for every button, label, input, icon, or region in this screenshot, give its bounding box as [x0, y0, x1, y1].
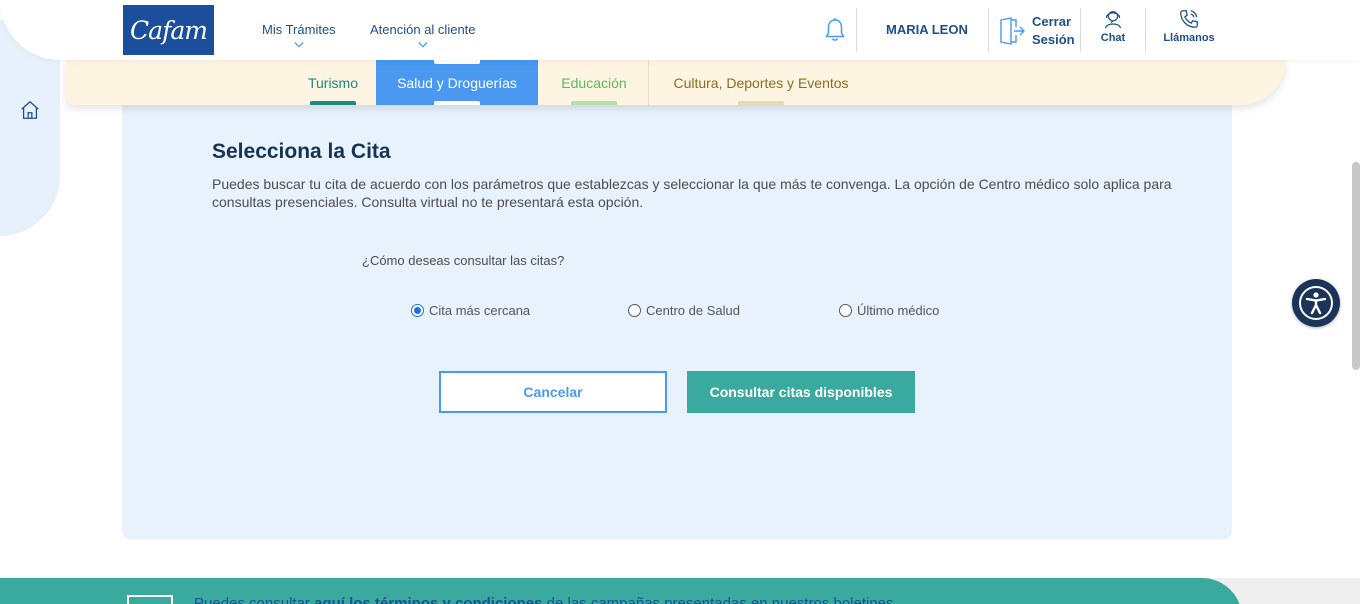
tab-label: Salud y Droguerías	[397, 74, 517, 91]
tab-indicator	[571, 101, 617, 105]
tab-label: Turismo	[307, 74, 359, 91]
home-icon[interactable]	[19, 99, 41, 121]
tab-divider	[648, 60, 649, 105]
cafam-logo[interactable]: Cafam	[123, 5, 214, 55]
accessibility-icon	[1299, 286, 1333, 320]
tab-label: Cultura, Deportes y Eventos	[673, 74, 849, 91]
cancel-button[interactable]: Cancelar	[439, 371, 667, 413]
banner-text: Puedes consultar aquí los términos y con…	[194, 595, 894, 604]
tab-label: Educación	[561, 74, 627, 91]
logout-icon	[1000, 17, 1025, 45]
top-header: Cafam Mis Trámites Atención al cliente M…	[0, 0, 1360, 60]
page-title: Selecciona la Cita	[212, 140, 391, 163]
terms-banner: Puedes consultar aquí los términos y con…	[0, 578, 1242, 604]
category-tabs: Turismo Salud y Droguerías Educación Cul…	[66, 60, 1286, 105]
radio-ultimo-medico[interactable]: Último médico	[839, 303, 939, 318]
user-name: MARIA LEON	[886, 22, 968, 37]
accessibility-button[interactable]	[1292, 279, 1340, 327]
logout-label: Cerrar Sesión	[1032, 14, 1075, 47]
chevron-down-icon	[418, 42, 428, 48]
search-question: ¿Cómo deseas consultar las citas?	[362, 253, 565, 268]
radio-label: Centro de Salud	[646, 303, 740, 318]
radio-label: Último médico	[857, 303, 940, 318]
banner-icon	[127, 595, 173, 604]
tab-indicator	[738, 101, 784, 105]
phone-icon	[1180, 10, 1198, 28]
appointment-card: Selecciona la Cita Puedes buscar tu cita…	[122, 90, 1232, 539]
call-label: Llámanos	[1163, 32, 1215, 44]
call-button[interactable]: Llámanos	[1162, 8, 1216, 44]
header-divider	[1145, 8, 1146, 52]
radio-centro-de-salud[interactable]: Centro de Salud	[628, 303, 740, 318]
tab-indicator	[434, 60, 480, 64]
page-description: Puedes buscar tu cita de acuerdo con los…	[212, 176, 1172, 210]
header-divider	[1080, 8, 1081, 52]
banner-text-part: Puedes consultar	[194, 595, 315, 604]
radio-indicator[interactable]	[411, 304, 424, 317]
nav-label: Atención al cliente	[370, 22, 476, 37]
terms-link[interactable]: aquí los términos y condiciones	[314, 595, 542, 604]
nav-label: Mis Trámites	[262, 22, 336, 37]
header-divider	[988, 8, 989, 52]
banner-text-part: de las campañas presentadas en nuestros …	[542, 595, 894, 604]
chat-agent-icon	[1105, 11, 1121, 29]
consult-appointments-button[interactable]: Consultar citas disponibles	[687, 371, 915, 413]
radio-indicator[interactable]	[628, 304, 641, 317]
page: Cafam Mis Trámites Atención al cliente M…	[0, 0, 1360, 604]
chevron-down-icon	[294, 42, 304, 48]
tab-salud-droguerias[interactable]: Salud y Droguerías	[376, 60, 538, 105]
radio-indicator[interactable]	[839, 304, 852, 317]
radio-label: Cita más cercana	[429, 303, 531, 318]
radio-cita-mas-cercana[interactable]: Cita más cercana	[411, 303, 530, 318]
chat-button[interactable]: Chat	[1098, 8, 1128, 44]
header-divider	[856, 8, 857, 52]
tab-indicator	[310, 101, 356, 105]
tab-indicator	[434, 101, 480, 105]
tab-educacion[interactable]: Educación	[538, 60, 650, 105]
bell-icon[interactable]	[823, 17, 847, 43]
logout-button[interactable]: Cerrar Sesión	[998, 13, 1075, 49]
nav-mis-tramites[interactable]: Mis Trámites	[262, 22, 336, 50]
tab-cultura-deportes-eventos[interactable]: Cultura, Deportes y Eventos	[650, 60, 872, 105]
page-scrollbar[interactable]	[1352, 162, 1360, 370]
chat-label: Chat	[1100, 32, 1126, 44]
nav-atencion-cliente[interactable]: Atención al cliente	[370, 22, 476, 50]
tab-turismo[interactable]: Turismo	[286, 60, 380, 105]
logo-text: Cafam	[130, 15, 208, 45]
